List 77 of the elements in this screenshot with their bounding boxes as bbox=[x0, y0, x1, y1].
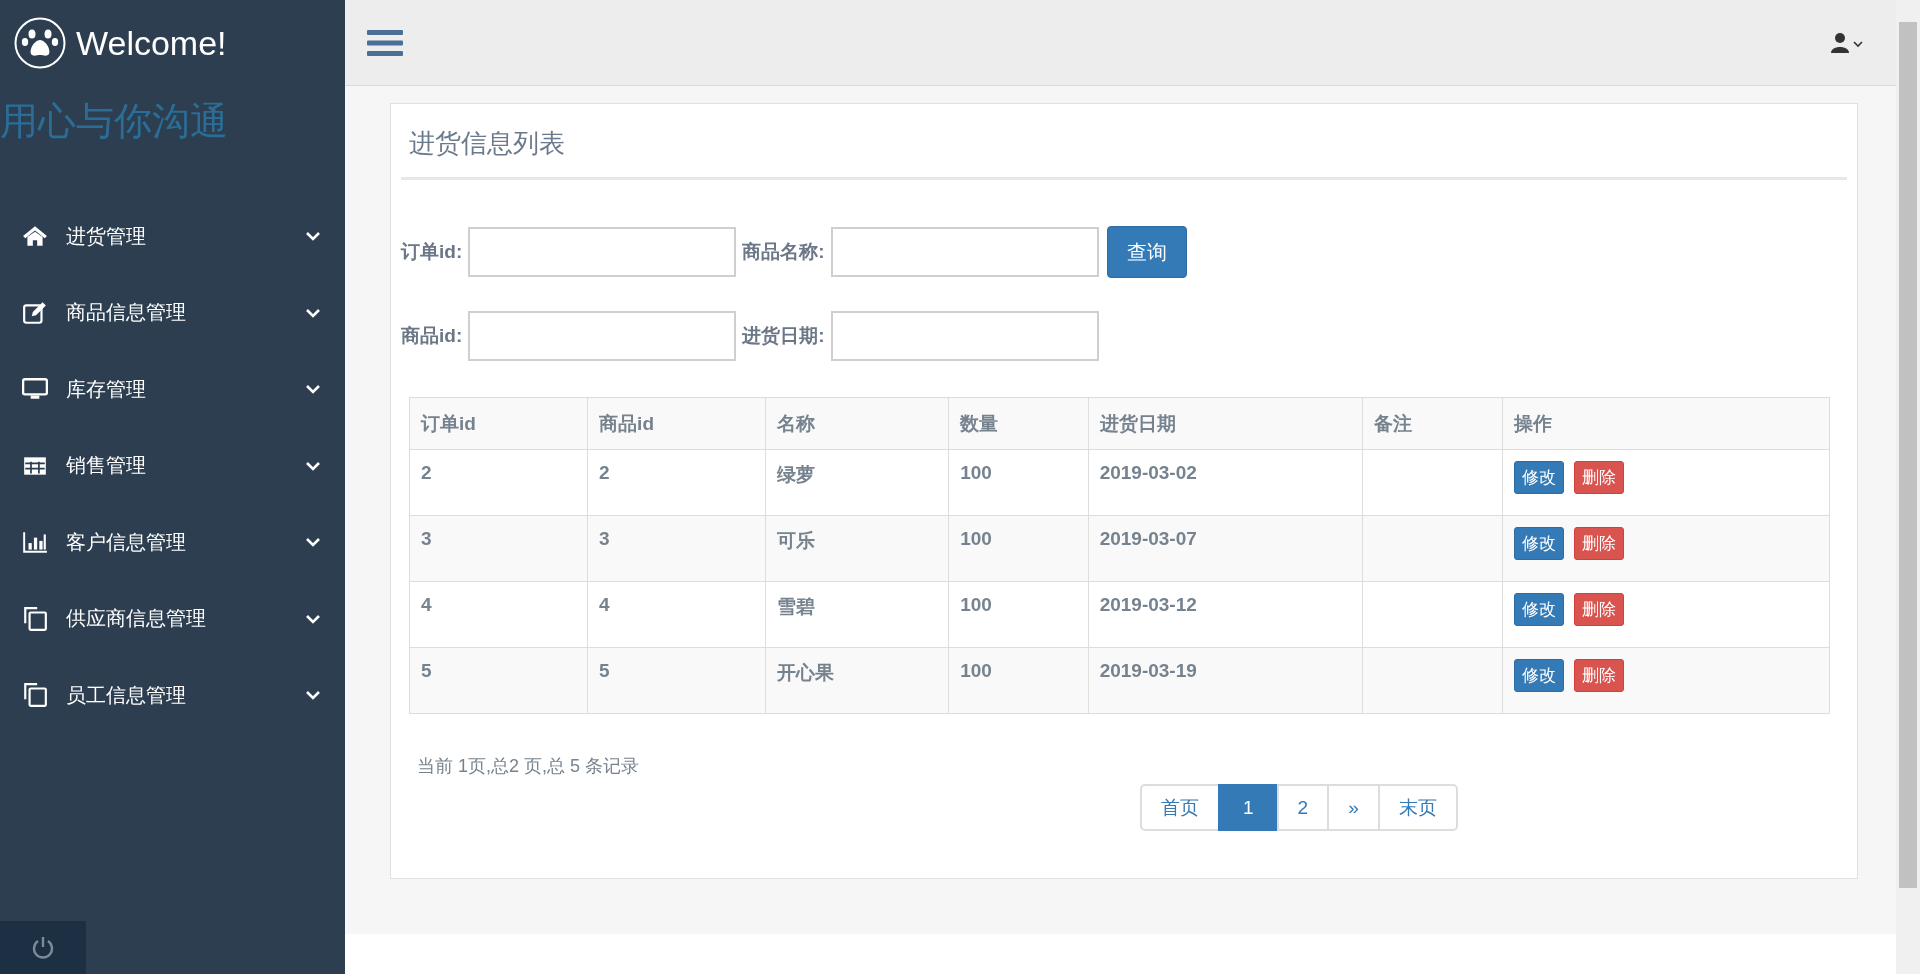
filter-label: 商品名称: bbox=[742, 240, 825, 264]
sidebar-item[interactable]: 商品信息管理 bbox=[0, 274, 345, 351]
bar-chart-icon bbox=[22, 529, 48, 556]
input-field[interactable] bbox=[468, 227, 737, 277]
table-cell: 5 bbox=[587, 647, 766, 714]
chevron-icon bbox=[305, 230, 321, 243]
edit-button[interactable]: 修改 bbox=[1513, 461, 1564, 494]
record-summary: 当前 1页,总2 页,总 5 条记录 bbox=[417, 755, 641, 778]
table-cell: 4 bbox=[409, 581, 588, 648]
table-cell: 2 bbox=[587, 449, 766, 516]
column-header: 商品id bbox=[587, 397, 766, 450]
table-cell: 2019-03-07 bbox=[1088, 515, 1363, 582]
scrollbar-thumb[interactable] bbox=[1899, 22, 1917, 888]
edit-icon bbox=[22, 299, 48, 326]
table-cell: 可乐 bbox=[765, 515, 949, 582]
table-cell: 100 bbox=[948, 515, 1089, 582]
table-cell: 3 bbox=[409, 515, 588, 582]
chevron-icon bbox=[305, 383, 321, 396]
column-header: 备注 bbox=[1363, 397, 1503, 450]
sidebar-item[interactable]: 进货管理 bbox=[0, 198, 345, 275]
sidebar-item[interactable]: 客户信息管理 bbox=[0, 504, 345, 581]
table-cell: 5 bbox=[409, 647, 588, 714]
column-header: 名称 bbox=[765, 397, 949, 450]
column-header: 数量 bbox=[948, 397, 1089, 450]
panel-title: 进货信息列表 bbox=[401, 104, 1847, 180]
sidebar-item[interactable]: 员工信息管理 bbox=[0, 657, 345, 734]
table-cell: 100 bbox=[948, 647, 1089, 714]
table-cell: 绿萝 bbox=[765, 449, 949, 516]
sidebar-item[interactable]: 库存管理 bbox=[0, 351, 345, 428]
table-cell: 100 bbox=[948, 449, 1089, 516]
input-field[interactable] bbox=[830, 227, 1099, 277]
brand-title: Welcome! bbox=[76, 23, 227, 63]
column-header: 进货日期 bbox=[1088, 397, 1363, 450]
page-link[interactable]: » bbox=[1327, 784, 1380, 831]
page-link[interactable]: 1 bbox=[1218, 784, 1279, 831]
column-header: 操作 bbox=[1502, 397, 1830, 450]
table-cell: 2019-03-02 bbox=[1088, 449, 1363, 516]
table-cell: 100 bbox=[948, 581, 1089, 648]
sidebar-item[interactable]: 供应商信息管理 bbox=[0, 580, 345, 657]
search-button[interactable]: 查询 bbox=[1106, 226, 1187, 278]
edit-button[interactable]: 修改 bbox=[1513, 659, 1564, 692]
power-icon bbox=[30, 934, 56, 961]
delete-button[interactable]: 删除 bbox=[1573, 659, 1624, 692]
page-link[interactable]: 首页 bbox=[1140, 784, 1220, 831]
table-cell: 开心果 bbox=[765, 647, 949, 714]
delete-button[interactable]: 删除 bbox=[1573, 527, 1624, 560]
paw-logo-icon bbox=[14, 17, 66, 69]
chevron-icon bbox=[305, 306, 321, 319]
user-icon[interactable] bbox=[1830, 31, 1866, 54]
table-cell: 3 bbox=[587, 515, 766, 582]
delete-button[interactable]: 删除 bbox=[1573, 593, 1624, 626]
slogan: 用心与你沟通 bbox=[0, 99, 229, 144]
table-cell: 2019-03-19 bbox=[1088, 647, 1363, 714]
menu-icon[interactable] bbox=[367, 27, 403, 58]
copy-icon bbox=[22, 682, 48, 709]
delete-button[interactable]: 删除 bbox=[1573, 461, 1624, 494]
edit-button[interactable]: 修改 bbox=[1513, 527, 1564, 560]
page-link[interactable]: 2 bbox=[1276, 784, 1330, 831]
filter-label: 商品id: bbox=[401, 324, 463, 348]
filter-label: 进货日期: bbox=[742, 324, 825, 348]
input-field[interactable] bbox=[468, 311, 737, 361]
chevron-icon bbox=[305, 536, 321, 549]
chevron-icon bbox=[305, 459, 321, 472]
filter-label: 订单id: bbox=[401, 240, 463, 264]
copy-icon bbox=[22, 605, 48, 632]
edit-button[interactable]: 修改 bbox=[1513, 593, 1564, 626]
table-cell: 2019-03-12 bbox=[1088, 581, 1363, 648]
column-header: 订单id bbox=[409, 397, 588, 450]
power-button[interactable] bbox=[0, 921, 86, 974]
chevron-icon bbox=[305, 689, 321, 702]
table-cell: 2 bbox=[409, 449, 588, 516]
table-cell: 4 bbox=[587, 581, 766, 648]
input-field[interactable] bbox=[830, 311, 1099, 361]
sidebar-item[interactable]: 销售管理 bbox=[0, 427, 345, 504]
table-cell: 雪碧 bbox=[765, 581, 949, 648]
chevron-icon bbox=[305, 612, 321, 625]
page-link[interactable]: 末页 bbox=[1377, 784, 1458, 831]
